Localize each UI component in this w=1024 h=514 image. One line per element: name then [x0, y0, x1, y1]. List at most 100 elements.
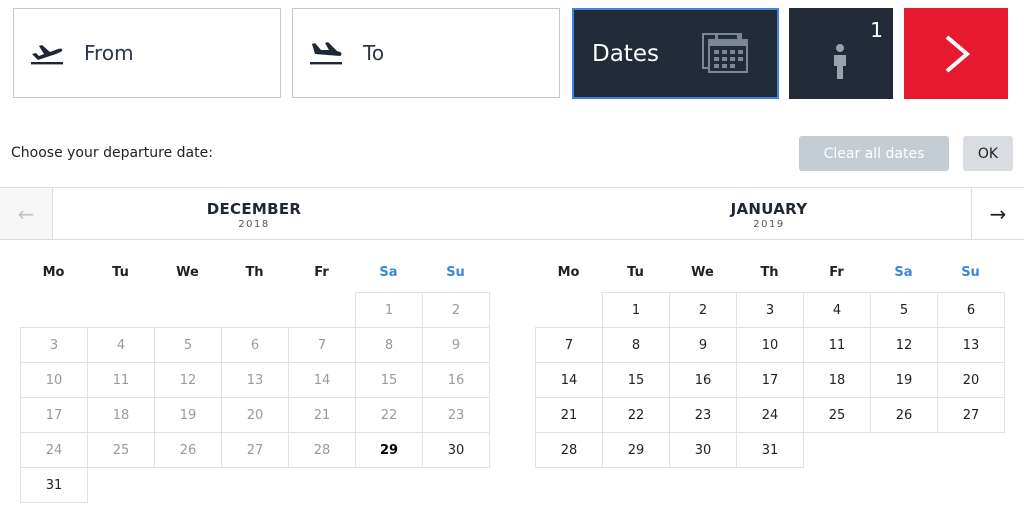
to-label: To: [363, 41, 385, 65]
search-button[interactable]: [904, 8, 1008, 99]
day-cell[interactable]: 2: [669, 292, 737, 328]
day-cell: 28: [288, 432, 356, 468]
chevron-right-icon: [945, 35, 971, 73]
person-icon: [834, 44, 846, 79]
month-name: JANUARY: [730, 200, 808, 218]
day-cell: 26: [154, 432, 222, 468]
day-cell[interactable]: 14: [535, 362, 603, 398]
day-cell: 13: [221, 362, 289, 398]
weekday-label: Fr: [829, 265, 844, 280]
day-cell[interactable]: 12: [870, 327, 938, 363]
day-cell: 14: [288, 362, 356, 398]
day-cell: 4: [87, 327, 155, 363]
day-cell[interactable]: 9: [669, 327, 737, 363]
weekday-label: We: [691, 265, 714, 280]
ok-button[interactable]: OK: [963, 136, 1013, 171]
weekday-label: Fr: [314, 265, 329, 280]
day-cell[interactable]: 23: [669, 397, 737, 433]
day-cell[interactable]: 19: [870, 362, 938, 398]
day-cell[interactable]: 8: [602, 327, 670, 363]
day-cell: 24: [20, 432, 88, 468]
day-grid: 1 2 3 4 5 6 7 8 9 10 11 12 13 14 15 16 17 18 19 20 21 22 23 24 2…: [535, 292, 1005, 512]
day-cell: 22: [355, 397, 423, 433]
day-cell: 21: [288, 397, 356, 433]
day-cell: 17: [20, 397, 88, 433]
day-cell[interactable]: 7: [535, 327, 603, 363]
arrival-plane-icon: [310, 42, 342, 65]
search-bar: From To Dates 1: [0, 0, 1024, 118]
day-cell[interactable]: 28: [535, 432, 603, 468]
day-cell[interactable]: 17: [736, 362, 804, 398]
day-cell[interactable]: 30: [422, 432, 490, 468]
day-cell[interactable]: 15: [602, 362, 670, 398]
day-cell[interactable]: 1: [602, 292, 670, 328]
clear-all-dates-button[interactable]: Clear all dates: [799, 136, 949, 171]
day-grid: 1 2 3 4 5 6 7 8 9 10 11 12 13 14 15 16 17 18 19 20 21 22 23 24 2…: [20, 292, 490, 512]
departure-prompt: Choose your departure date:: [11, 145, 213, 161]
month-header-2: JANUARY 2019: [669, 200, 869, 230]
day-cell[interactable]: 29: [602, 432, 670, 468]
day-cell[interactable]: 24: [736, 397, 804, 433]
day-cell[interactable]: 29: [355, 432, 423, 468]
previous-month-button[interactable]: ←: [0, 188, 53, 239]
arrow-right-icon: →: [989, 201, 1007, 226]
next-month-button[interactable]: →: [971, 188, 1024, 239]
weekday-label: Mo: [42, 265, 65, 280]
day-cell[interactable]: 16: [669, 362, 737, 398]
day-cell[interactable]: 31: [20, 467, 88, 503]
day-cell: 27: [221, 432, 289, 468]
dates-label: Dates: [592, 40, 659, 67]
weekday-label: Sa: [894, 265, 913, 280]
weekday-label: Tu: [112, 265, 129, 280]
month-navigation: ← DECEMBER 2018 JANUARY 2019 →: [0, 187, 1024, 240]
weekday-label: Th: [245, 265, 264, 280]
day-cell: 8: [355, 327, 423, 363]
day-cell: 1: [355, 292, 423, 328]
day-cell[interactable]: 10: [736, 327, 804, 363]
from-field[interactable]: From: [13, 8, 281, 98]
day-cell[interactable]: 11: [803, 327, 871, 363]
day-cell[interactable]: 25: [803, 397, 871, 433]
day-cell: 19: [154, 397, 222, 433]
day-cell: 23: [422, 397, 490, 433]
day-cell[interactable]: 31: [736, 432, 804, 468]
passenger-selector[interactable]: 1: [789, 8, 893, 99]
day-cell[interactable]: 26: [870, 397, 938, 433]
day-cell: 25: [87, 432, 155, 468]
weekday-label: Su: [961, 265, 980, 280]
day-cell[interactable]: 20: [937, 362, 1005, 398]
day-cell[interactable]: 22: [602, 397, 670, 433]
weekday-label: Mo: [557, 265, 580, 280]
to-field[interactable]: To: [292, 8, 560, 98]
day-cell: 11: [87, 362, 155, 398]
weekday-header: Mo Tu We Th Fr Sa Su: [20, 258, 490, 288]
weekday-label: Sa: [379, 265, 398, 280]
day-cell: 5: [154, 327, 222, 363]
weekday-label: Tu: [627, 265, 644, 280]
day-cell: 6: [221, 327, 289, 363]
calendar-month-january: Mo Tu We Th Fr Sa Su 1 2 3 4 5 6 7 8 9 10 11 12 13 14 15 16 17…: [535, 258, 1005, 512]
day-cell[interactable]: 4: [803, 292, 871, 328]
arrow-left-icon: ←: [17, 201, 35, 226]
day-cell: 20: [221, 397, 289, 433]
day-cell[interactable]: 30: [669, 432, 737, 468]
day-cell: 15: [355, 362, 423, 398]
day-cell[interactable]: 6: [937, 292, 1005, 328]
weekday-label: Su: [446, 265, 465, 280]
day-cell[interactable]: 21: [535, 397, 603, 433]
day-cell[interactable]: 13: [937, 327, 1005, 363]
day-cell: 10: [20, 362, 88, 398]
day-cell: 9: [422, 327, 490, 363]
month-year: 2019: [753, 219, 785, 230]
day-cell[interactable]: 5: [870, 292, 938, 328]
day-cell: 16: [422, 362, 490, 398]
weekday-label: We: [176, 265, 199, 280]
day-cell: 7: [288, 327, 356, 363]
day-cell: 2: [422, 292, 490, 328]
day-cell[interactable]: 18: [803, 362, 871, 398]
weekday-header: Mo Tu We Th Fr Sa Su: [535, 258, 1005, 288]
dates-field[interactable]: Dates: [572, 8, 779, 99]
day-cell[interactable]: 3: [736, 292, 804, 328]
day-cell[interactable]: 27: [937, 397, 1005, 433]
month-name: DECEMBER: [206, 200, 302, 218]
